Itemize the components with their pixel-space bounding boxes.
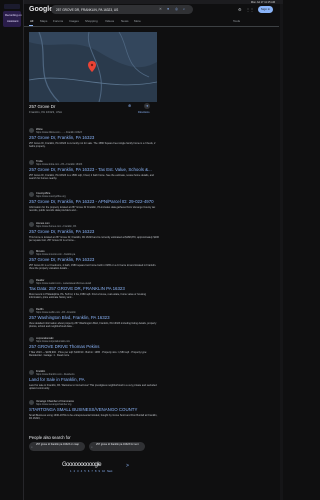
favicon-icon bbox=[29, 160, 34, 165]
tab-divider bbox=[24, 25, 279, 27]
recording-badge[interactable]: Recording on Assistant bbox=[3, 11, 22, 27]
result-url[interactable]: https://www.movoto.com › franklin-pa bbox=[36, 253, 75, 256]
gear-icon[interactable]: ⚙ bbox=[238, 7, 242, 12]
tab-forums[interactable]: Forums bbox=[53, 19, 63, 23]
right-scrollbar[interactable] bbox=[280, 4, 283, 500]
result-snippet: 257 Grove Dr is a 3 bedroom, 2 bath, 158… bbox=[29, 263, 157, 270]
search-icon: ⌕ bbox=[91, 444, 93, 449]
lens-icon[interactable]: ◎ bbox=[175, 7, 178, 11]
result-url[interactable]: https://www.homes.com › Franklin, PA bbox=[36, 225, 76, 228]
favicon-icon bbox=[29, 222, 34, 227]
search-icon[interactable]: ⌕ bbox=[183, 7, 185, 11]
directions-button[interactable]: ➔ Directions bbox=[138, 103, 156, 116]
favicon-icon bbox=[29, 337, 34, 342]
result-title-link[interactable]: STARTONGA SMALL BUSINESS/VENANGO COUNTY bbox=[29, 407, 137, 412]
result-snippet: Small Business using 1940-1970s to be en… bbox=[29, 413, 158, 420]
result-url[interactable]: https://www.redfin.com › PA › Franklin bbox=[36, 311, 76, 314]
tab-videos[interactable]: Videos bbox=[105, 19, 114, 23]
result-url[interactable]: https://www.franklin.com › Residents bbox=[36, 373, 75, 376]
result-snippet: View detailed information about property… bbox=[29, 321, 157, 328]
result-title-link[interactable]: Land for Sale in Franklin, PA bbox=[29, 377, 85, 382]
search-icon: ⌕ bbox=[31, 444, 33, 449]
pagination: Goooooooooogle > 1 2 3 4 5 6 7 8 9 10 Ne… bbox=[62, 462, 142, 474]
google-logo[interactable]: Google bbox=[29, 6, 53, 13]
place-title: 257 Grove Dr bbox=[29, 104, 56, 109]
result-title-link[interactable]: Tax Data: 257 GROVE DR, FRANKLIN PA 1632… bbox=[29, 286, 125, 291]
tab-images[interactable]: Images bbox=[69, 19, 79, 23]
result-url[interactable]: https://www.realtor.com › realestateandh… bbox=[36, 282, 91, 285]
result-title-link[interactable]: 257 Grove Dr, Franklin, PA 16323 bbox=[29, 257, 94, 262]
tab-tools[interactable]: Tools bbox=[233, 19, 240, 23]
result-snippet: Land for sale in Franklin, PA. Welcome t… bbox=[29, 383, 157, 390]
result-url[interactable]: https://www.zillow.com › ... › Franklin … bbox=[36, 131, 82, 134]
map-graphic bbox=[29, 32, 157, 102]
badge-line-2: Assistant bbox=[7, 19, 19, 23]
tab-active-underline bbox=[29, 24, 33, 26]
result-snippet: 257 Grove Dr, Franklin, PA 16323 is curr… bbox=[29, 141, 156, 148]
result-snippet: 7 Mar 2023 — $189,900 · Price per sqft: … bbox=[29, 350, 147, 357]
sign-in-button[interactable]: Sign in bbox=[258, 6, 273, 13]
people-also-search-heading: People also search for bbox=[29, 435, 71, 440]
result-title-link[interactable]: 257 Grove Dr, Franklin, PA 16323 bbox=[29, 135, 94, 140]
result-snippet: Information for the property located at … bbox=[29, 205, 156, 212]
search-header: Google 257 GROVE DR, FRANKLIN, PA 16323,… bbox=[24, 4, 280, 18]
tab-news[interactable]: News bbox=[121, 19, 129, 23]
result-title-link[interactable]: 257 Washington Blvd, Franklin, PA 16323 bbox=[29, 315, 110, 320]
result-url[interactable]: https://www.venangochamber.org bbox=[36, 403, 71, 406]
result-title-link[interactable]: 257 Grove Dr, Franklin, PA 16323 - APN/P… bbox=[29, 199, 154, 204]
left-sidebar: Recording on Assistant bbox=[0, 0, 24, 500]
related-search-label: 257 grove dr franklin pa 16323 for rent bbox=[96, 443, 139, 447]
search-tabs: All Maps Forums Images Shopping Videos N… bbox=[30, 19, 250, 25]
favicon-icon bbox=[29, 250, 34, 255]
page-numbers[interactable]: 1 2 3 4 5 6 7 8 9 10 Next bbox=[70, 470, 112, 473]
tab-maps[interactable]: Maps bbox=[40, 19, 47, 23]
favicon-icon bbox=[29, 370, 34, 375]
favicon-icon bbox=[29, 400, 34, 405]
related-search-chip[interactable]: ⌕ 257 grove dr franklin pa 16323 for ren… bbox=[89, 442, 145, 451]
directions-label: Directions bbox=[138, 111, 150, 114]
result-title-link[interactable]: 257 Grove Dr, Franklin, PA 16323 bbox=[29, 229, 94, 234]
mic-icon[interactable]: ● bbox=[167, 7, 169, 11]
favicon-icon bbox=[29, 279, 34, 284]
directions-icon: ➔ bbox=[144, 103, 150, 109]
result-snippet: Most recent in Philadelphia, PA. 5x3 bd,… bbox=[29, 292, 146, 299]
search-input[interactable]: 257 GROVE DR, FRANKLIN, PA 16323, US bbox=[56, 8, 118, 12]
clear-icon[interactable]: ✕ bbox=[159, 7, 162, 11]
result-url[interactable]: https://www.trulia.com › PA › Franklin 1… bbox=[36, 163, 82, 166]
result-url[interactable]: https://www.corporationwiki.com bbox=[36, 340, 70, 343]
result-url[interactable]: https://www.countyoffice.org bbox=[36, 195, 66, 198]
pagination-logo: Goooooooooogle bbox=[62, 462, 102, 468]
next-arrow-icon[interactable]: > bbox=[126, 463, 129, 469]
map-preview[interactable] bbox=[29, 32, 157, 102]
tab-more[interactable]: More bbox=[134, 19, 141, 23]
related-search-chip[interactable]: ⌕ 257 grove dr franklin pa 16323 on map bbox=[29, 442, 85, 451]
apps-icon[interactable]: ⋮⋮ bbox=[246, 7, 254, 12]
search-box[interactable]: 257 GROVE DR, FRANKLIN, PA 16323, US ✕ ●… bbox=[51, 5, 193, 14]
result-title-link[interactable]: 257 Grove Dr, Franklin, PA 16323 - Tax E… bbox=[29, 167, 152, 172]
favicon-icon bbox=[29, 192, 34, 197]
badge-line-1: Recording on bbox=[5, 13, 22, 17]
result-snippet: 257 Grove Dr, Franklin, PA 16323 is a 15… bbox=[29, 173, 154, 180]
save-icon[interactable]: ⊕ bbox=[128, 103, 131, 108]
favicon-icon bbox=[29, 308, 34, 313]
result-snippet: This home is located at 257 Grove Dr, Fr… bbox=[29, 235, 159, 242]
app-logo bbox=[4, 4, 20, 9]
tab-shopping[interactable]: Shopping bbox=[85, 19, 98, 23]
place-address: Franklin, PA 16323, USA bbox=[29, 110, 62, 114]
tab-all[interactable]: All bbox=[30, 19, 33, 23]
related-search-label: 257 grove dr franklin pa 16323 on map bbox=[36, 443, 79, 447]
result-title-link[interactable]: 257 GROVE DRIVE Thomas Pekins bbox=[29, 344, 99, 349]
favicon-icon bbox=[29, 128, 34, 133]
